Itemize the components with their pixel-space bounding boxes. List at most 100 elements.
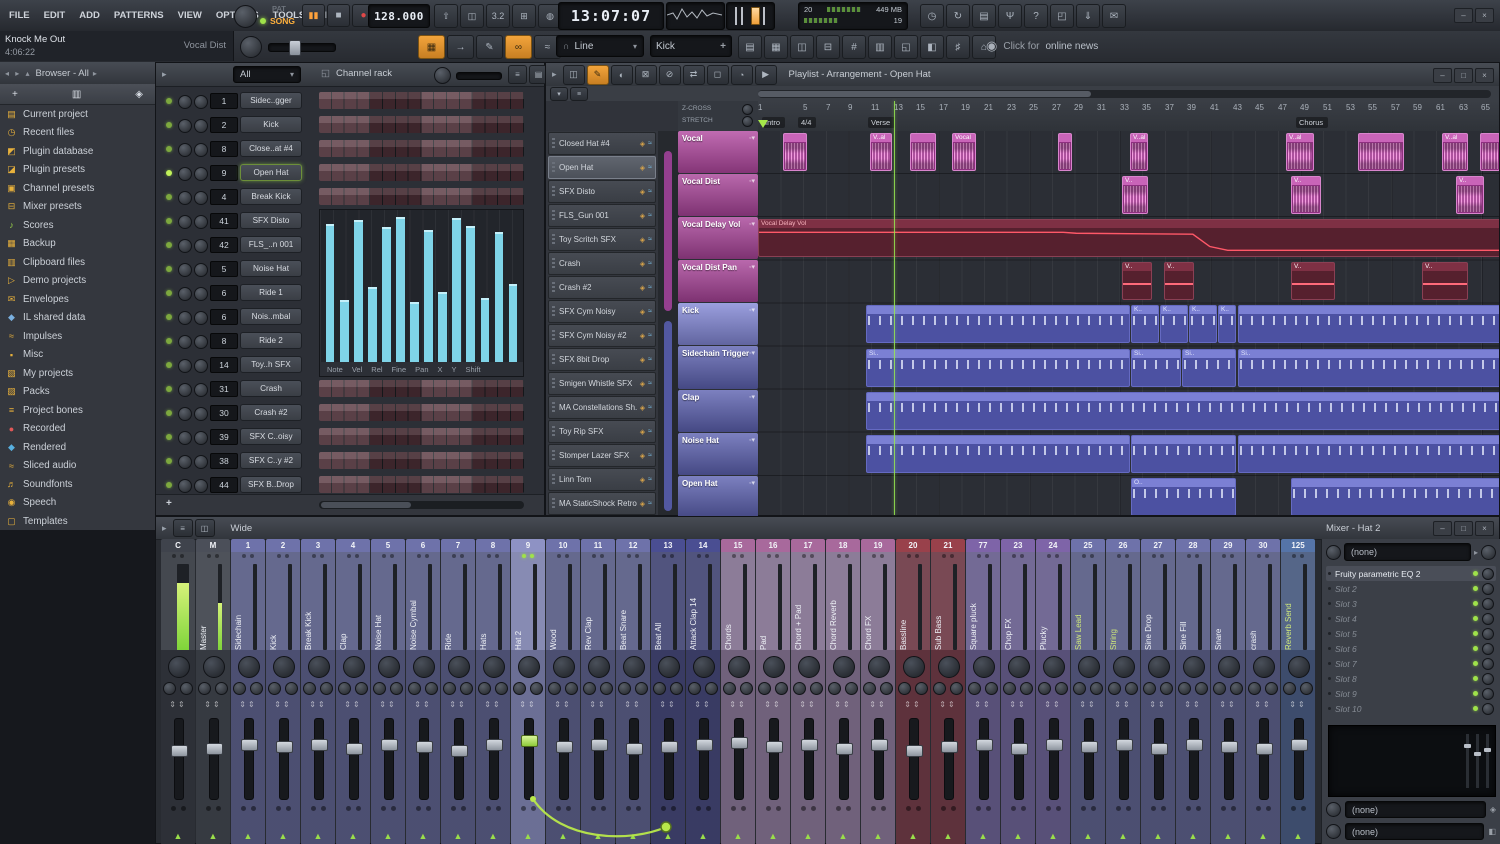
mixer-strip-body[interactable]: ⇕⇕ ▲ — [161, 552, 195, 844]
add-marker-icon[interactable]: ⊞ — [512, 4, 536, 28]
fader-handle[interactable] — [1221, 741, 1238, 753]
mixer-strip-body[interactable]: Square pluck ⇕⇕ ▲ — [966, 552, 1000, 844]
mixer-strip-name[interactable]: Chord Reverb — [829, 564, 841, 650]
pan-knob[interactable] — [168, 656, 190, 678]
playlist-clip[interactable]: V..al — [1286, 133, 1314, 171]
eq-knob[interactable] — [355, 682, 368, 695]
mixer-strip-name[interactable]: Chords — [724, 564, 736, 650]
channel-pan-knob[interactable] — [178, 239, 192, 253]
picker-item[interactable]: SFX 8bit Drop ◈ ≈ — [548, 348, 656, 371]
eq-knob[interactable] — [1160, 682, 1173, 695]
stereo-sep-knob[interactable] — [618, 682, 631, 695]
channel-volume-knob[interactable] — [194, 431, 208, 445]
channel-button[interactable]: Ride 2 — [240, 332, 302, 349]
stereo-sep-knob[interactable] — [548, 682, 561, 695]
browser-item[interactable]: ♪ Scores — [0, 216, 155, 235]
mixer-strip-name[interactable]: String — [1109, 564, 1121, 650]
channel-button[interactable]: Open Hat — [240, 164, 302, 181]
route-arrows[interactable]: ⇕⇕ — [301, 700, 335, 709]
mixer-strip-number[interactable]: 21 — [931, 539, 965, 552]
picker-list-icon[interactable]: ≡ — [570, 87, 588, 101]
volume-fader[interactable] — [661, 718, 678, 800]
pan-knob[interactable] — [1183, 656, 1205, 678]
timeline-marker[interactable]: 4/4 — [798, 117, 817, 128]
mini-fader[interactable] — [1464, 734, 1471, 788]
mixer-strip-number[interactable]: 12 — [616, 539, 650, 552]
mixer-strip[interactable]: 10 Wood ⇕⇕ ▲ — [546, 539, 580, 844]
stereo-sep-knob[interactable] — [828, 682, 841, 695]
paint-tool-icon[interactable]: ◐ — [610, 64, 633, 85]
mixer-strip-number[interactable]: 13 — [651, 539, 685, 552]
fx-route-arrow[interactable]: ▲ — [861, 831, 895, 841]
wrench-icon[interactable]: ◈ — [640, 260, 645, 268]
mic-icon[interactable]: Ψ — [998, 4, 1022, 28]
velocity-bar[interactable] — [396, 217, 405, 362]
waveform-icon[interactable]: ≈ — [648, 188, 652, 195]
pan-knob[interactable] — [1043, 656, 1065, 678]
mixer-strip-name[interactable]: crash — [1249, 564, 1261, 650]
tempo-display[interactable]: 128.000 — [368, 4, 430, 28]
mixer-strip-body[interactable]: Break Kick ⇕⇕ ▲ — [301, 552, 335, 844]
project-picker-icon[interactable]: ◱ — [894, 35, 918, 59]
waveform-icon[interactable]: ≈ — [648, 236, 652, 243]
stereo-sep-knob[interactable] — [1283, 682, 1296, 695]
channel-pan-knob[interactable] — [178, 431, 192, 445]
picker-item[interactable]: Linn Tom ◈ ≈ — [548, 468, 656, 491]
route-arrows[interactable]: ⇕⇕ — [721, 700, 755, 709]
playlist-clip[interactable]: V.. — [1291, 176, 1321, 215]
eq-knob[interactable] — [495, 682, 508, 695]
mixer-strip-name[interactable]: Chord + Pad — [794, 564, 806, 650]
stereo-sep-knob[interactable] — [933, 682, 946, 695]
tuner-icon[interactable]: ♯ — [946, 35, 970, 59]
graph-target-label[interactable]: Y — [452, 365, 457, 374]
fader-handle[interactable] — [171, 745, 188, 757]
fader-handle[interactable] — [626, 743, 643, 755]
fx-route-arrow[interactable]: ▲ — [301, 831, 335, 841]
mixer-strip-body[interactable]: Ride ⇕⇕ ▲ — [441, 552, 475, 844]
mixer-window-icon[interactable]: ⊟ — [816, 35, 840, 59]
volume-fader[interactable] — [871, 718, 888, 800]
fx-enable-led[interactable] — [1473, 631, 1478, 636]
pan-knob[interactable] — [273, 656, 295, 678]
channel-enable-led[interactable] — [166, 362, 172, 368]
mixer-strip[interactable]: 2 Kick ⇕⇕ ▲ — [266, 539, 300, 844]
mixer-strip-name[interactable]: Master — [199, 564, 211, 650]
playlist-menu-icon[interactable]: ▸ — [546, 69, 563, 80]
fx-route-arrow[interactable]: ▲ — [1071, 831, 1105, 841]
waveform-icon[interactable]: ≈ — [648, 140, 652, 147]
track-options-icon[interactable]: ◦▾ — [749, 220, 755, 228]
mixer-strip[interactable]: 16 Pad ⇕⇕ ▲ — [756, 539, 790, 844]
mixer-strip-number[interactable]: 9 — [511, 539, 545, 552]
picker-item[interactable]: Crash ◈ ≈ — [548, 252, 656, 275]
send-select[interactable]: (none) — [1345, 823, 1485, 840]
eq-knob[interactable] — [600, 682, 613, 695]
main-volume-slider[interactable] — [726, 2, 775, 30]
stereo-sep-knob[interactable] — [898, 682, 911, 695]
playlist-clip[interactable] — [910, 133, 936, 171]
close-button[interactable]: × — [1475, 8, 1494, 23]
playhead-marker[interactable] — [758, 120, 768, 128]
route-arrows[interactable]: ⇕⇕ — [476, 700, 510, 709]
playlist-clip[interactable]: V.. — [1164, 262, 1194, 301]
fx-route-arrow[interactable]: ▲ — [371, 831, 405, 841]
waveform-icon[interactable]: ≈ — [648, 452, 652, 459]
route-arrows[interactable]: ⇕⇕ — [931, 700, 965, 709]
browser-item[interactable]: ▢ Templates — [0, 512, 155, 531]
mixer-strip-body[interactable]: Hat 2 ⇕⇕ ▲ — [511, 552, 545, 844]
mixer-strip-number[interactable]: 16 — [756, 539, 790, 552]
channel-enable-led[interactable] — [166, 242, 172, 248]
waveform-icon[interactable]: ≈ — [648, 380, 652, 387]
fader-handle[interactable] — [1046, 739, 1063, 751]
volume-fader[interactable] — [276, 718, 293, 800]
browser-view-icon[interactable]: ▥ — [72, 89, 81, 100]
master-pitch-slider[interactable] — [268, 40, 336, 56]
eq-knob[interactable] — [1055, 682, 1068, 695]
wrench-icon[interactable]: ◈ — [640, 188, 645, 196]
mixer-strip-name[interactable]: Noise Hat — [374, 564, 386, 650]
mixer-strip[interactable]: 27 Sine Drop ⇕⇕ ▲ — [1141, 539, 1175, 844]
fader-handle[interactable] — [801, 739, 818, 751]
playlist-clip[interactable]: Vocal Delay Vol — [758, 219, 1499, 258]
channel-volume-knob[interactable] — [194, 383, 208, 397]
fader-handle[interactable] — [1081, 741, 1098, 753]
mixer-strip[interactable]: 29 Snare ⇕⇕ ▲ — [1211, 539, 1245, 844]
